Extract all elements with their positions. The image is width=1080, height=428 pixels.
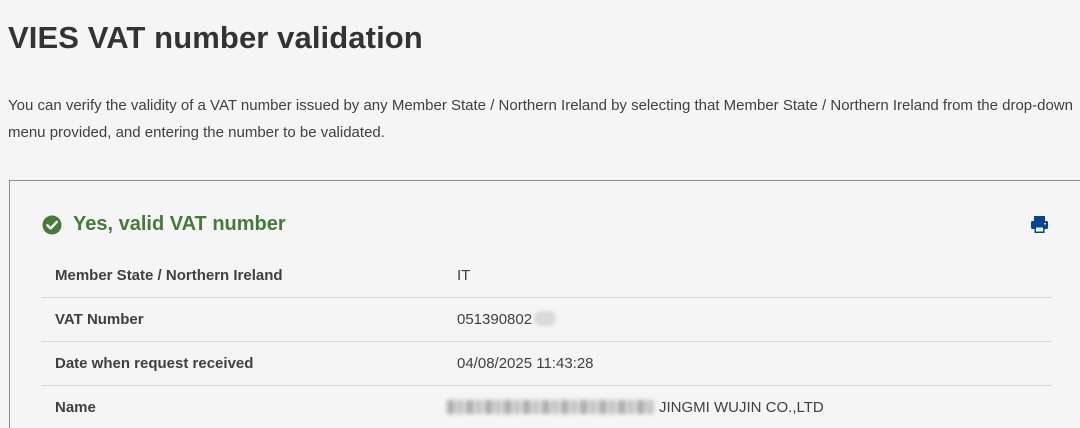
detail-row-member-state: Member State / Northern Ireland IT bbox=[41, 254, 1052, 298]
intro-text: You can verify the validity of a VAT num… bbox=[8, 97, 1073, 141]
result-panel: Yes, valid VAT number Member State / Nor… bbox=[9, 180, 1080, 428]
request-date-label: Date when request received bbox=[55, 355, 254, 372]
status-text: Yes, valid VAT number bbox=[73, 213, 286, 235]
validation-details: Member State / Northern Ireland IT VAT N… bbox=[41, 254, 1052, 428]
name-value: JINGMI WUJIN CO.,LTD bbox=[659, 399, 824, 416]
print-icon[interactable] bbox=[1030, 215, 1049, 234]
member-state-value: IT bbox=[457, 267, 471, 284]
redacted-digits bbox=[534, 311, 557, 326]
vat-number-cell: 051390802 bbox=[457, 311, 557, 328]
name-cell: JINGMI WUJIN CO.,LTD bbox=[447, 399, 824, 416]
detail-row-request-date: Date when request received 04/08/2025 11… bbox=[41, 342, 1052, 386]
redacted-name-part bbox=[447, 400, 655, 414]
request-date-value: 04/08/2025 11:43:28 bbox=[457, 355, 594, 372]
member-state-label: Member State / Northern Ireland bbox=[55, 267, 283, 284]
page-title: VIES VAT number validation bbox=[8, 20, 423, 55]
detail-row-vat-number: VAT Number 051390802 bbox=[41, 298, 1052, 342]
validation-status: Yes, valid VAT number bbox=[42, 213, 286, 236]
vies-page: VIES VAT number validation You can verif… bbox=[0, 0, 1080, 428]
detail-row-name: Name JINGMI WUJIN CO.,LTD bbox=[41, 386, 1052, 428]
check-circle-icon bbox=[42, 215, 62, 234]
name-label: Name bbox=[55, 399, 96, 416]
vat-number-value: 051390802 bbox=[457, 311, 533, 328]
vat-number-label: VAT Number bbox=[55, 311, 144, 328]
